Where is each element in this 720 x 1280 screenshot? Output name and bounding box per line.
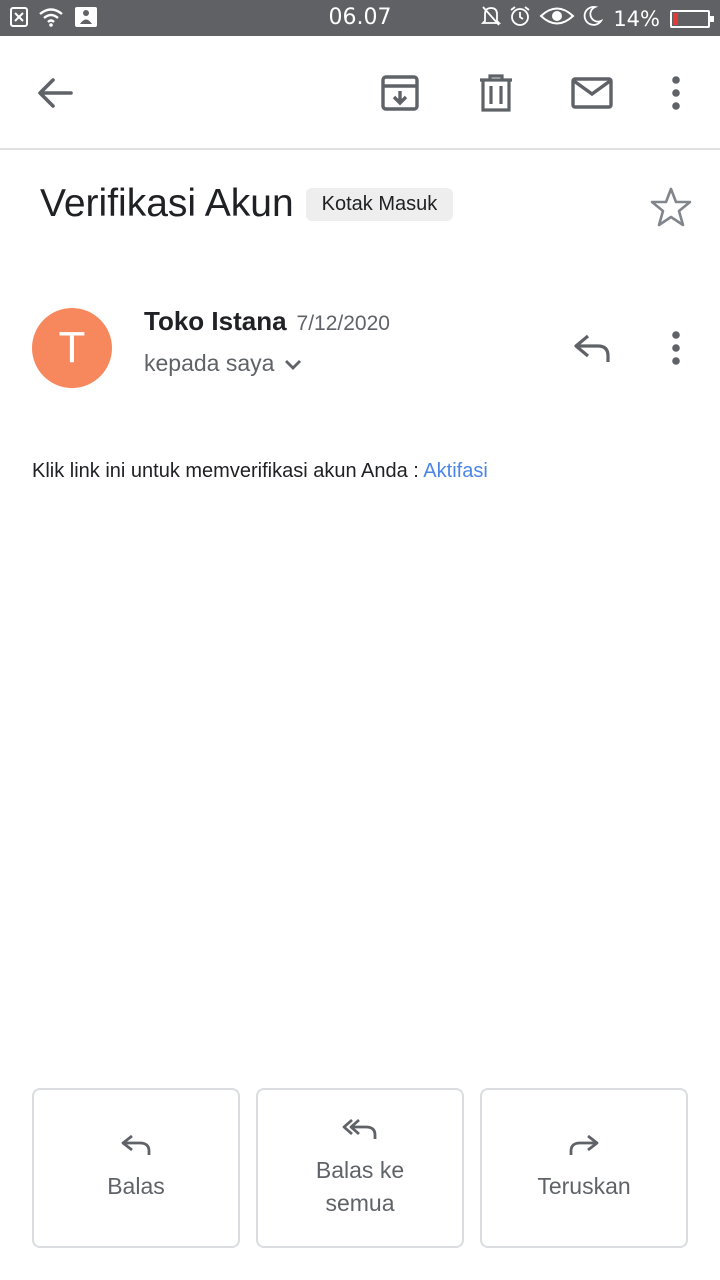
email-date: 7/12/2020 xyxy=(296,312,390,335)
battery-level xyxy=(673,12,679,25)
alarm-icon xyxy=(509,5,531,32)
star-icon[interactable] xyxy=(650,186,692,233)
reply-all-label: Balas ke semua xyxy=(315,1157,405,1216)
archive-icon[interactable] xyxy=(374,68,426,118)
mute-bell-icon xyxy=(481,5,502,32)
battery-percent: 14% xyxy=(613,6,660,31)
reply-label: Balas xyxy=(107,1173,165,1200)
action-bar: Balas Balas ke semua Teruskan xyxy=(32,1088,688,1248)
subject-row: Verifikasi Akun Kotak Masuk xyxy=(40,182,454,226)
email-body: Klik link ini untuk memverifikasi akun A… xyxy=(32,460,488,483)
back-arrow-icon[interactable] xyxy=(30,70,80,116)
toolbar xyxy=(0,36,720,150)
sender-line: Toko Istana 7/12/2020 xyxy=(144,306,390,337)
forward-button[interactable]: Teruskan xyxy=(480,1088,688,1248)
activation-link[interactable]: Aktifasi xyxy=(423,460,487,482)
moon-icon xyxy=(583,5,604,32)
avatar[interactable]: T xyxy=(32,308,112,388)
more-vertical-icon[interactable] xyxy=(656,68,696,118)
body-text: Klik link ini untuk memverifikasi akun A… xyxy=(32,460,424,482)
status-bar: 06.07 14% xyxy=(0,0,720,36)
mail-icon[interactable] xyxy=(566,68,618,118)
forward-icon xyxy=(568,1133,600,1162)
reply-button[interactable]: Balas xyxy=(32,1088,240,1248)
recipient-text: kepada saya xyxy=(144,350,275,376)
trash-icon[interactable] xyxy=(470,68,522,118)
recipient-line[interactable]: kepada saya xyxy=(144,350,302,377)
message-more-icon[interactable] xyxy=(656,326,696,370)
reply-all-icon xyxy=(342,1117,378,1146)
label-chip[interactable]: Kotak Masuk xyxy=(305,187,454,221)
eye-icon xyxy=(539,5,575,32)
battery-icon xyxy=(670,9,714,28)
reply-icon xyxy=(120,1133,152,1162)
forward-label: Teruskan xyxy=(537,1173,631,1200)
sender-name: Toko Istana xyxy=(144,306,287,336)
reply-all-button[interactable]: Balas ke semua xyxy=(256,1088,464,1248)
email-subject: Verifikasi Akun xyxy=(40,182,294,225)
reply-icon[interactable] xyxy=(568,326,616,370)
chevron-down-icon[interactable] xyxy=(284,358,302,376)
